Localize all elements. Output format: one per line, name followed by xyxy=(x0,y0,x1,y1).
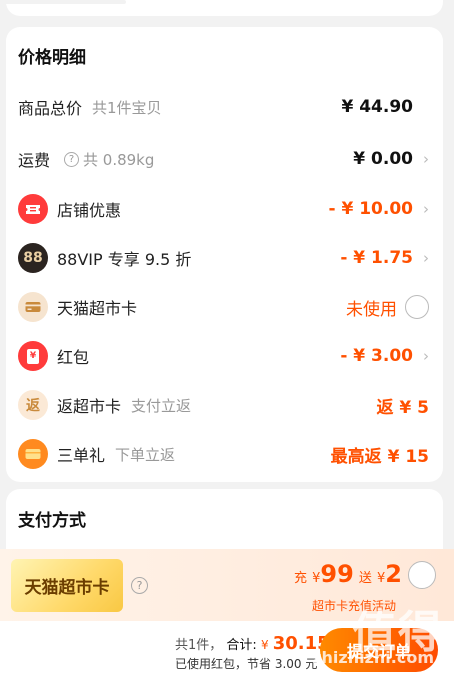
shipping-weight: 共 0.89kg xyxy=(83,150,155,169)
row-goods-total: 商品总价 共1件宝贝 ¥ 44.90 › xyxy=(18,89,429,125)
return-card-sub: 支付立返 xyxy=(131,396,192,415)
price-detail-title: 价格明细 xyxy=(18,48,86,68)
payment-radio[interactable] xyxy=(408,561,436,589)
goods-total-value: ¥ 44.90 xyxy=(341,97,413,117)
red-packet-label: 红包 xyxy=(57,348,90,367)
tmall-card-status: 未使用 xyxy=(346,299,397,320)
discount-note: 已使用红包，节省 3.00 元 xyxy=(175,657,318,671)
row-return-card: 返 返超市卡 支付立返 返 ¥ 5 xyxy=(18,387,429,423)
chevron-right-icon: › xyxy=(423,200,429,218)
red-packet-icon: ¥ xyxy=(18,341,48,371)
gift-sub: 下单立返 xyxy=(115,445,176,464)
return-icon: 返 xyxy=(18,390,48,420)
tmall-card-radio[interactable] xyxy=(405,295,429,319)
help-icon[interactable]: ? xyxy=(64,151,80,167)
row-tmall-card[interactable]: 天猫超市卡 未使用 xyxy=(18,289,429,325)
goods-total-label: 商品总价 xyxy=(18,99,83,118)
row-red-packet[interactable]: ¥ 红包 - ¥ 3.00 › xyxy=(18,338,429,374)
help-icon[interactable]: ? xyxy=(131,577,148,594)
row-three-order-gift: 三单礼 下单立返 最高返 ¥ 15 xyxy=(18,436,429,472)
shop-discount-label: 店铺优惠 xyxy=(57,201,122,220)
red-packet-value: - ¥ 3.00 xyxy=(340,346,413,366)
chevron-right-icon: › xyxy=(423,249,429,267)
tmall-card-label: 天猫超市卡 xyxy=(57,299,138,318)
goods-count: 共1件宝贝 xyxy=(92,98,162,117)
gift-card-icon xyxy=(18,439,48,469)
gift-value: 最高返 ¥ 15 xyxy=(330,446,429,467)
card-icon xyxy=(18,292,48,322)
return-card-value: 返 ¥ 5 xyxy=(376,397,430,418)
tmall-card-badge: 天猫超市卡 xyxy=(11,559,123,612)
chevron-right-icon: › xyxy=(423,150,429,168)
shipping-value: ¥ 0.00 xyxy=(353,149,413,169)
vip-label: 88VIP 专享 9.5 折 xyxy=(57,250,192,269)
return-card-label: 返超市卡 xyxy=(57,397,122,416)
row-shop-discount[interactable]: 店铺优惠 - ¥ 10.00 › xyxy=(18,191,429,227)
ticket-icon xyxy=(18,194,48,224)
vip-88-icon: 88 xyxy=(18,243,48,273)
row-shipping[interactable]: 运费 ? 共 0.89kg ¥ 0.00 › xyxy=(18,141,429,177)
price-detail-card: 价格明细 商品总价 共1件宝贝 ¥ 44.90 › 运费 ? 共 0.89kg … xyxy=(6,27,443,482)
recharge-promo: 充 ¥99 送 ¥2 xyxy=(294,560,402,588)
previous-card-bottom xyxy=(6,0,443,16)
row-88vip[interactable]: 88 88VIP 专享 9.5 折 - ¥ 1.75 › xyxy=(18,240,429,276)
vip-value: - ¥ 1.75 xyxy=(340,248,413,268)
gift-label: 三单礼 xyxy=(57,446,106,465)
order-total: 共1件， 合计: ¥ 30.15 xyxy=(175,633,330,654)
payment-title: 支付方式 xyxy=(18,511,86,531)
shipping-label: 运费 xyxy=(18,151,51,170)
shop-discount-value: - ¥ 10.00 xyxy=(328,199,414,219)
chevron-right-icon: › xyxy=(423,347,429,365)
watermark-url: zhizhizhi.com xyxy=(312,648,434,667)
